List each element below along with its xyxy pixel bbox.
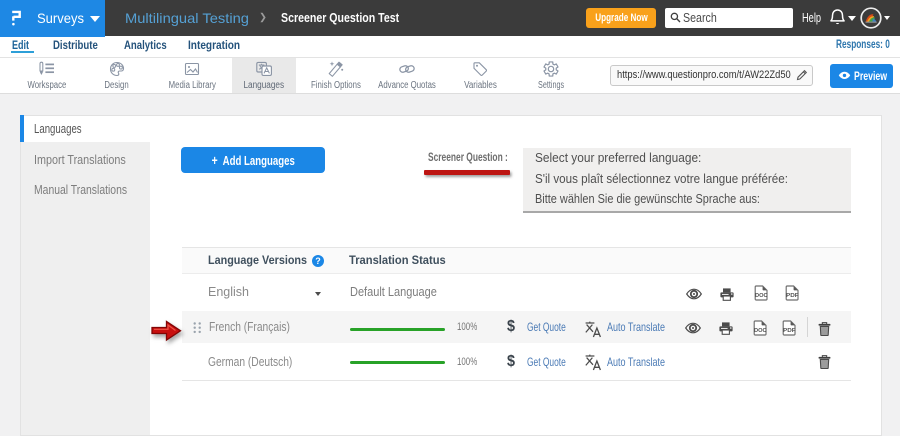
svg-text:PDF: PDF [786,293,799,299]
svg-text:DOC: DOC [755,293,768,299]
svg-text:DOC: DOC [754,328,767,334]
svg-text:PDF: PDF [783,328,796,334]
